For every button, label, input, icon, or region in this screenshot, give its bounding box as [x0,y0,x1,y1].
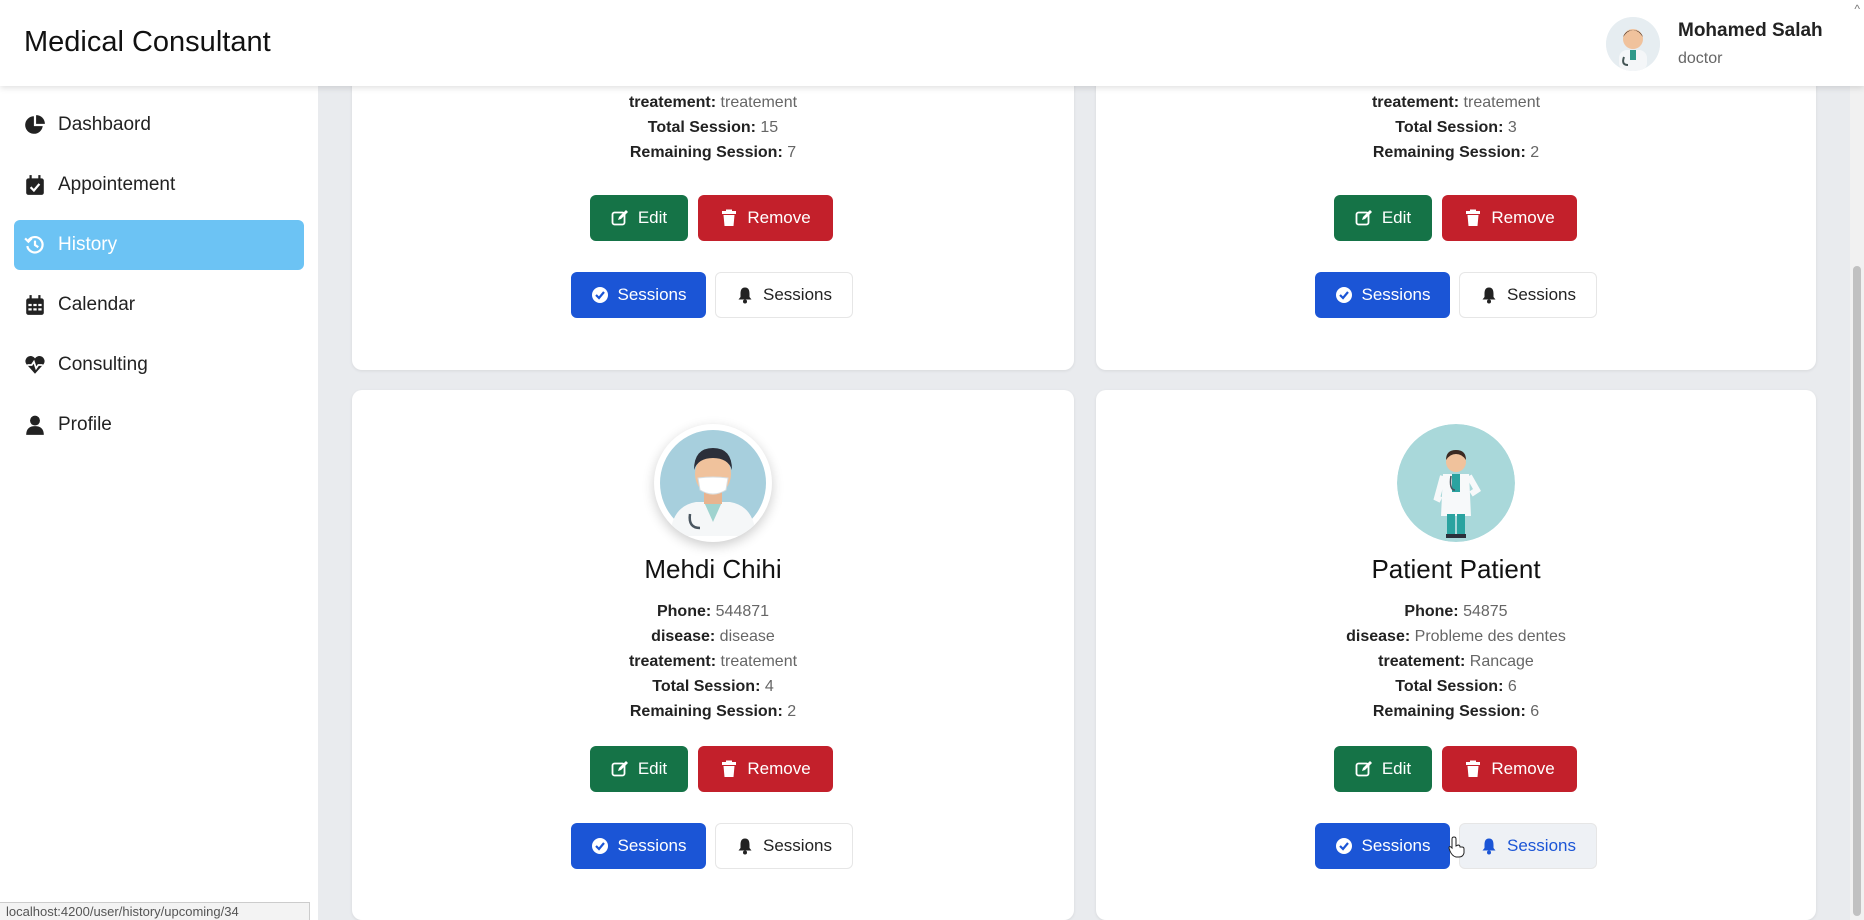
app-title: Medical Consultant [24,26,271,58]
user-icon [26,415,44,435]
user-avatar [1606,17,1660,71]
edit-icon [1355,761,1372,777]
edit-icon [1355,210,1372,226]
sessions-button[interactable]: Sessions [571,823,706,869]
remove-button[interactable]: Remove [1442,195,1577,241]
treatment-line: treatement: treatement [628,653,798,670]
trash-icon [1466,760,1481,777]
sidebar-item-appointement[interactable]: Appointement [14,160,304,210]
patient-card: treatement: treatement Total Session: 15… [352,60,1074,370]
hand-cursor-icon [1448,836,1465,858]
history-icon [24,236,44,254]
phone-line: Phone: 54875 [1404,603,1508,620]
edit-icon [611,210,628,226]
page-scrollbar[interactable] [1850,86,1864,920]
sidebar: Dashbaord Appointement History Calendar … [0,86,318,920]
remaining-session-line: Remaining Session: 7 [629,144,797,161]
status-url: localhost:4200/user/history/upcoming/34 [0,902,310,920]
sessions-notify-button[interactable]: Sessions [715,823,853,869]
sessions-notify-button[interactable]: Sessions [1459,272,1597,318]
sidebar-item-label: Consulting [58,354,148,375]
scrollbar-thumb[interactable] [1853,266,1861,916]
treatment-line: treatement: treatement [628,94,798,111]
sidebar-item-dashboard[interactable]: Dashbaord [14,100,304,150]
remaining-session-line: Remaining Session: 2 [629,703,797,720]
trash-icon [1466,209,1481,226]
user-menu[interactable]: Mohamed Salah doctor [1606,16,1823,72]
total-session-line: Total Session: 6 [1395,678,1517,695]
treatment-line: treatement: treatement [1371,94,1541,111]
disease-line: disease: Probleme des dentes [1346,628,1566,645]
sessions-button[interactable]: Sessions [1315,823,1450,869]
patient-card: Mehdi Chihi Phone: 544871 disease: disea… [352,390,1074,920]
trash-icon [722,760,737,777]
sidebar-item-label: Profile [58,414,112,435]
total-session-line: Total Session: 3 [1395,119,1517,136]
sidebar-item-profile[interactable]: Profile [14,400,304,450]
scroll-up-icon[interactable]: ^ [1854,2,1860,16]
user-name: Mohamed Salah [1678,20,1823,41]
sidebar-item-history[interactable]: History [14,220,304,270]
check-circle-icon [1335,287,1352,303]
edit-button[interactable]: Edit [1334,746,1432,792]
disease-line: disease: disease [651,628,775,645]
sessions-notify-button[interactable]: Sessions [1459,823,1597,869]
remove-button[interactable]: Remove [1442,746,1577,792]
sidebar-item-label: Dashbaord [58,114,151,135]
check-circle-icon [1335,838,1352,854]
patient-avatar [1397,424,1515,542]
patient-name: Mehdi Chihi [644,554,782,584]
sessions-button[interactable]: Sessions [571,272,706,318]
patient-avatar [654,424,772,542]
chart-pie-icon [25,115,45,134]
sidebar-item-label: Appointement [58,174,176,195]
bell-icon [738,287,752,304]
remaining-session-line: Remaining Session: 6 [1372,703,1540,720]
calendar-icon [26,295,44,315]
user-role: doctor [1678,50,1723,67]
sessions-notify-button[interactable]: Sessions [715,272,853,318]
calendar-check-icon [26,175,44,195]
sessions-button[interactable]: Sessions [1315,272,1450,318]
total-session-line: Total Session: 15 [647,119,779,136]
patient-card: treatement: treatement Total Session: 3 … [1096,60,1816,370]
check-circle-icon [591,287,608,303]
edit-icon [611,761,628,777]
edit-button[interactable]: Edit [590,746,688,792]
sidebar-item-consulting[interactable]: Consulting [14,340,304,390]
trash-icon [722,209,737,226]
sidebar-item-label: History [58,234,118,255]
edit-button[interactable]: Edit [590,195,688,241]
heart-pulse-icon [25,355,45,374]
check-circle-icon [591,838,608,854]
sidebar-item-calendar[interactable]: Calendar [14,280,304,330]
remove-button[interactable]: Remove [698,195,833,241]
patient-name: Patient Patient [1371,554,1541,584]
remaining-session-line: Remaining Session: 2 [1372,144,1540,161]
total-session-line: Total Session: 4 [652,678,774,695]
top-header: Medical Consultant Mohamed Salah doctor … [0,0,1864,86]
edit-button[interactable]: Edit [1334,195,1432,241]
treatment-line: treatement: Rancage [1378,653,1534,670]
remove-button[interactable]: Remove [698,746,833,792]
bell-icon [738,838,752,855]
bell-icon [1482,287,1496,304]
sidebar-item-label: Calendar [58,294,136,315]
phone-line: Phone: 544871 [656,603,770,620]
bell-icon [1482,838,1496,855]
